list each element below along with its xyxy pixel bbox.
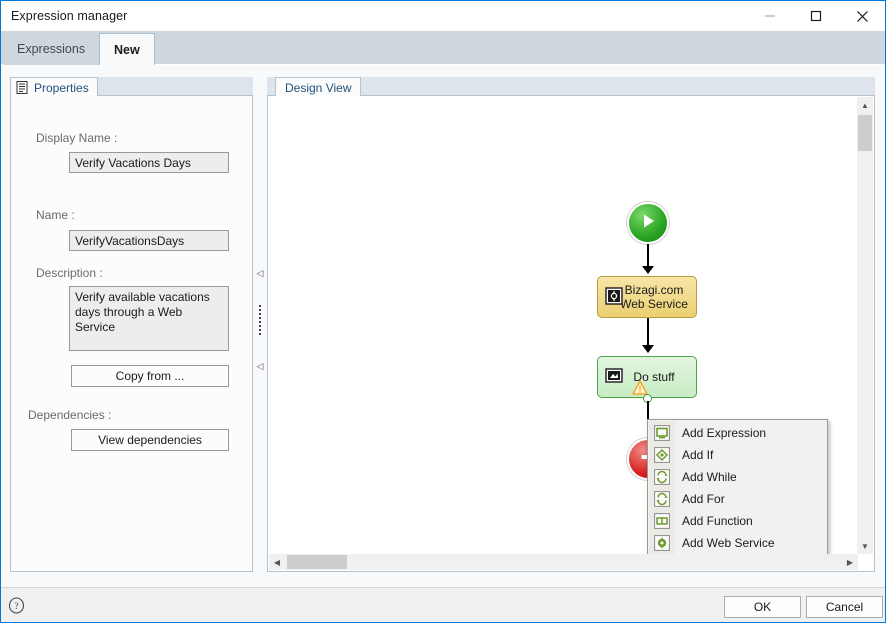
tab-design-view-label: Design View [285,80,352,95]
web-service-icon [605,287,623,305]
start-node[interactable] [627,202,669,244]
menu-item-add-function[interactable]: Add Function [648,510,827,532]
description-field[interactable]: Verify available vacations days through … [69,286,229,351]
menu-item-label: Add While [682,470,737,484]
main-tab-strip: Expressions New [1,31,885,66]
copy-from-button[interactable]: Copy from ... [71,365,229,387]
help-icon[interactable]: ? [8,597,25,614]
window-controls [747,1,885,31]
name-field[interactable]: VerifyVacationsDays [69,230,229,251]
display-name-label: Display Name : [36,131,118,145]
name-label: Name : [36,208,75,222]
menu-item-add-while[interactable]: Add While [648,466,827,488]
menu-item-label: Add For [682,492,725,506]
properties-panel: Properties Display Name : Verify Vacatio… [10,77,253,572]
title-bar: Expression manager [1,1,885,31]
ok-button[interactable]: OK [724,596,801,618]
tab-new-label: New [114,43,140,57]
minimize-icon[interactable] [747,1,793,31]
tab-properties[interactable]: Properties [10,77,98,97]
display-name-field[interactable]: Verify Vacations Days [69,152,229,173]
dialog-body: Properties Display Name : Verify Vacatio… [1,65,885,587]
view-dependencies-button[interactable]: View dependencies [71,429,229,451]
arrowhead-2 [642,345,654,353]
tab-design-view[interactable]: Design View [275,77,362,97]
design-view-vertical-scrollbar[interactable]: ▲ ▼ [857,97,873,554]
design-view-body: Bizagi.com Web Service Do stuff Add Expr… [267,96,875,572]
while-icon [654,469,670,485]
cancel-button[interactable]: Cancel [806,596,883,618]
tab-properties-label: Properties [34,80,89,95]
dialog-footer: ? OK Cancel [1,587,885,622]
add-element-context-menu[interactable]: Add Expression Add If Add While Add For … [647,419,828,554]
for-icon [654,491,670,507]
tab-expressions[interactable]: Expressions [3,33,100,65]
panel-splitter[interactable]: ◁ ◁ [253,265,267,375]
scroll-left-icon[interactable]: ◀ [269,554,285,570]
design-view-panel: Design View Bizagi.com Web Service Do st… [267,77,875,572]
expression-icon [654,425,670,441]
connector-start-to-webservice [647,244,649,268]
menu-item-label: Add Function [682,514,753,528]
dependencies-label: Dependencies : [28,408,112,422]
if-icon [654,447,670,463]
expression-icon [605,367,623,385]
scroll-down-icon[interactable]: ▼ [857,538,873,554]
scroll-right-icon[interactable]: ▶ [842,554,858,570]
description-label: Description : [36,266,103,280]
splitter-collapse-down-icon[interactable]: ◁ [257,362,264,371]
vertical-scroll-thumb[interactable] [858,115,872,151]
splitter-grip [259,305,261,335]
expression-manager-window: Expression manager Expressions New Prope… [0,0,886,623]
scroll-up-icon[interactable]: ▲ [857,97,873,113]
connector-webservice-to-dostuff [647,318,649,346]
function-icon [654,513,670,529]
menu-item-add-web-service[interactable]: Add Web Service [648,532,827,554]
tab-new[interactable]: New [99,33,155,66]
menu-item-label: Add Expression [682,426,767,440]
menu-item-add-for[interactable]: Add For [648,488,827,510]
svg-text:?: ? [14,602,18,612]
menu-item-add-expression[interactable]: Add Expression [648,422,827,444]
properties-form: Display Name : Verify Vacations Days Nam… [10,96,253,572]
properties-icon [16,81,29,94]
node-label-line2: Web Service [620,297,688,311]
tab-expressions-label: Expressions [17,42,86,56]
window-title: Expression manager [11,9,128,23]
maximize-icon[interactable] [793,1,839,31]
warning-icon [632,380,648,395]
menu-item-add-if[interactable]: Add If [648,444,827,466]
arrowhead-1 [642,266,654,274]
diagram-canvas[interactable]: Bizagi.com Web Service Do stuff Add Expr… [268,96,858,554]
splitter-collapse-up-icon[interactable]: ◁ [257,269,264,278]
web-service-icon [654,535,670,551]
menu-item-label: Add If [682,448,714,462]
menu-item-label: Add Web Service [682,536,775,550]
close-icon[interactable] [839,1,885,31]
horizontal-scroll-thumb[interactable] [287,555,347,569]
design-view-horizontal-scrollbar[interactable]: ◀ ▶ [269,554,858,570]
node-label-line1: Bizagi.com [624,283,684,297]
node-bizagi-web-service[interactable]: Bizagi.com Web Service [597,276,697,318]
play-icon [638,211,658,236]
